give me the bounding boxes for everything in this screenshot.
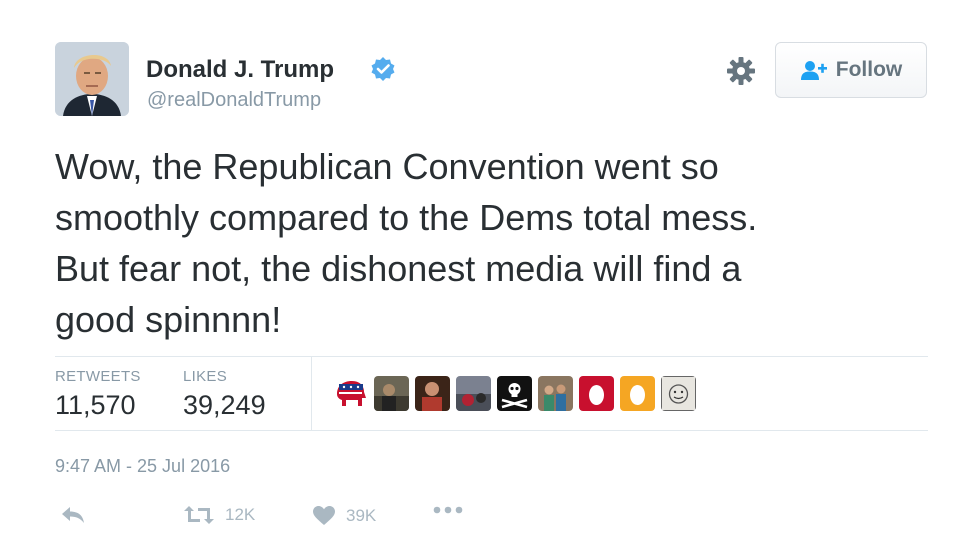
follow-button-label: Follow: [835, 58, 903, 81]
retweet-count: 12K: [225, 505, 256, 524]
more-icon: [433, 506, 463, 514]
heart-icon: [313, 506, 335, 525]
divider: [55, 430, 928, 431]
divider: [55, 356, 928, 357]
liker-avatar[interactable]: [497, 376, 532, 411]
avatar-image: [55, 42, 129, 116]
retweets-stat[interactable]: RETWEETS 11,570: [55, 368, 141, 421]
likes-label: LIKES: [183, 368, 228, 385]
liker-avatar[interactable]: [620, 376, 655, 411]
photo-avatar-icon: [415, 376, 450, 411]
default-egg-icon: [620, 376, 655, 411]
liker-avatar[interactable]: [333, 376, 368, 411]
like-count: 39K: [346, 505, 377, 525]
default-egg-icon: [579, 376, 614, 411]
stats-separator: [311, 356, 312, 430]
like-button[interactable]: 39K: [312, 505, 376, 526]
liker-avatar[interactable]: [456, 376, 491, 411]
retweets-count: 11,570: [55, 390, 136, 420]
more-button[interactable]: [432, 505, 464, 515]
author-handle[interactable]: @realDonaldTrump: [147, 89, 321, 112]
add-user-icon: [800, 61, 827, 80]
pirate-flag-icon: [497, 376, 532, 411]
tweet-line: good spinnnn!: [55, 299, 282, 340]
verified-badge-icon: [371, 57, 395, 81]
photo-avatar-icon: [456, 376, 491, 411]
likes-count: 39,249: [183, 390, 266, 420]
liker-avatar[interactable]: [538, 376, 573, 411]
liker-avatar[interactable]: [579, 376, 614, 411]
author-name[interactable]: Donald J. Trump: [146, 56, 334, 84]
tweet-line: smoothly compared to the Dems total mess…: [55, 197, 758, 238]
retweet-button[interactable]: 12K: [183, 505, 255, 525]
liker-avatar[interactable]: [374, 376, 409, 411]
liker-avatars: [333, 376, 696, 411]
retweets-label: RETWEETS: [55, 368, 141, 385]
tweet-timestamp[interactable]: 9:47 AM - 25 Jul 2016: [55, 456, 230, 477]
reply-button[interactable]: [60, 505, 86, 525]
sketch-avatar-icon: [661, 376, 696, 411]
tweet-line: But fear not, the dishonest media will f…: [55, 248, 742, 289]
reply-icon: [62, 507, 84, 523]
liker-avatar[interactable]: [415, 376, 450, 411]
tweet-text: Wow, the Republican Convention went so s…: [55, 141, 915, 345]
gear-icon[interactable]: [724, 54, 758, 88]
photo-avatar-icon: [538, 376, 573, 411]
republican-elephant-icon: [333, 376, 368, 411]
profile-avatar[interactable]: [55, 42, 129, 116]
liker-avatar[interactable]: [661, 376, 696, 411]
tweet-line: Wow, the Republican Convention went so: [55, 146, 719, 187]
follow-button[interactable]: Follow: [775, 42, 927, 98]
retweet-icon: [184, 506, 214, 524]
photo-avatar-icon: [374, 376, 409, 411]
likes-stat[interactable]: LIKES 39,249: [183, 368, 266, 421]
